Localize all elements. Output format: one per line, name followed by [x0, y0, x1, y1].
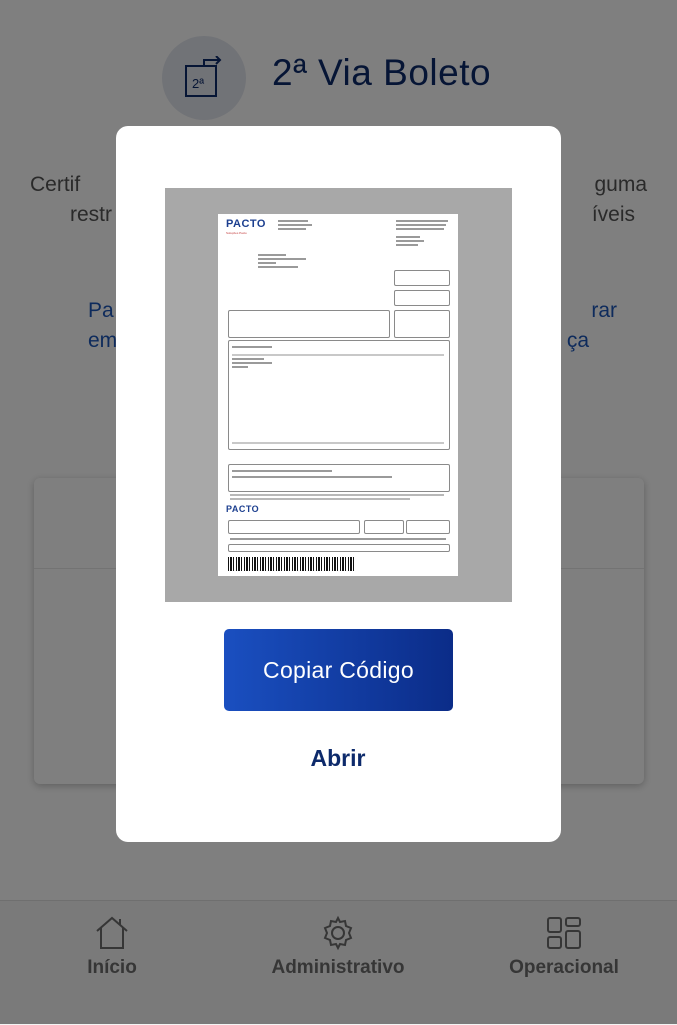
- doc-text-line: [278, 228, 306, 230]
- open-button[interactable]: Abrir: [288, 738, 388, 778]
- doc-text-line: [258, 266, 298, 268]
- doc-text-line: [258, 258, 306, 260]
- pacto-logo-subtitle: Soluções Pacto: [226, 231, 247, 235]
- doc-box: [228, 544, 450, 552]
- pacto-logo: PACTO: [226, 218, 266, 230]
- doc-text-line: [230, 538, 446, 540]
- boleto-modal: PACTO Soluções Pacto PACTO Copiar Código…: [116, 126, 561, 842]
- doc-text-line: [396, 228, 444, 230]
- doc-text-line: [232, 476, 392, 478]
- boleto-preview-frame: PACTO Soluções Pacto PACTO: [165, 188, 512, 602]
- pacto-logo-bottom: PACTO: [226, 504, 260, 514]
- doc-text-line: [232, 362, 272, 364]
- doc-text-line: [232, 470, 332, 472]
- doc-text-line: [232, 354, 444, 356]
- doc-box: [406, 520, 450, 534]
- doc-box: [394, 290, 450, 306]
- doc-text-line: [396, 236, 420, 238]
- doc-text-line: [396, 224, 446, 226]
- doc-box: [394, 270, 450, 286]
- copy-code-button[interactable]: Copiar Código: [224, 629, 453, 711]
- doc-text-line: [258, 254, 286, 256]
- doc-text-line: [232, 358, 264, 360]
- doc-text-line: [396, 240, 424, 242]
- doc-text-line: [232, 366, 248, 368]
- doc-text-line: [232, 442, 444, 444]
- doc-text-line: [232, 346, 272, 348]
- doc-services-table: [228, 340, 450, 450]
- boleto-barcode: [228, 557, 356, 571]
- doc-box: [364, 520, 404, 534]
- doc-text-line: [278, 220, 308, 222]
- doc-text-line: [230, 494, 444, 496]
- doc-text-line: [230, 498, 410, 500]
- doc-text-line: [396, 244, 418, 246]
- boleto-document-image: PACTO Soluções Pacto PACTO: [218, 214, 458, 576]
- doc-box: [228, 520, 360, 534]
- doc-text-line: [278, 224, 312, 226]
- doc-text-line: [258, 262, 276, 264]
- doc-text-line: [396, 220, 448, 222]
- doc-box: [228, 464, 450, 492]
- doc-box: [394, 310, 450, 338]
- doc-box: [228, 310, 390, 338]
